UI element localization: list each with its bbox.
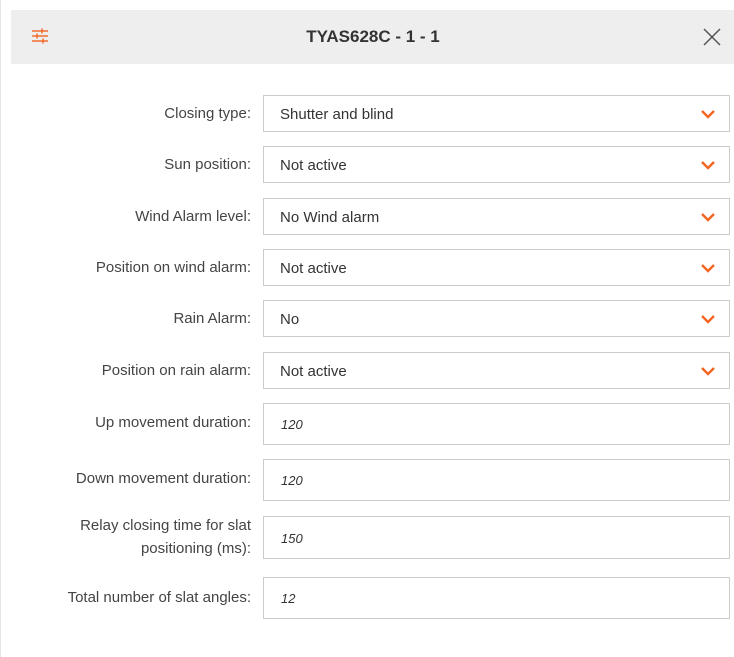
close-icon[interactable] [701,26,723,48]
dialog-header: TYAS628C - 1 - 1 [11,10,734,64]
position-on-rain-alarm-label: Position on rain alarm: [101,362,251,379]
relay-closing-time-value: 150 [281,531,303,546]
position-on-rain-alarm-value: Not active [280,363,347,380]
relay-closing-time-input[interactable]: 150 [263,516,730,559]
relay-closing-time-label-line2: positioning (ms): [140,540,251,557]
total-slat-angles-value: 12 [281,591,296,606]
chevron-down-icon [701,367,715,376]
chevron-down-icon [701,264,715,273]
closing-type-label: Closing type: [164,105,251,122]
rain-alarm-label: Rain Alarm: [173,310,251,327]
rain-alarm-select[interactable]: No [263,300,730,337]
down-movement-duration-input[interactable]: 120 [263,459,730,501]
down-movement-duration-value: 120 [281,473,303,488]
closing-type-select[interactable]: Shutter and blind [263,95,730,132]
wind-alarm-level-value: No Wind alarm [280,209,380,226]
position-on-wind-alarm-value: Not active [280,260,347,277]
sun-position-label: Sun position: [164,156,251,173]
closing-type-value: Shutter and blind [280,106,394,123]
total-slat-angles-label: Total number of slat angles: [67,589,251,606]
chevron-down-icon [701,161,715,170]
rain-alarm-value: No [280,311,300,328]
relay-closing-time-label: Relay closing time for slat positioning … [11,516,251,558]
chevron-down-icon [701,213,715,222]
up-movement-duration-input[interactable]: 120 [263,403,730,445]
position-on-wind-alarm-select[interactable]: Not active [263,249,730,286]
position-on-wind-alarm-label: Position on wind alarm: [95,259,251,276]
relay-closing-time-label-line1: Relay closing time for slat [80,517,251,534]
up-movement-duration-label: Up movement duration: [95,414,251,431]
wind-alarm-level-select[interactable]: No Wind alarm [263,198,730,235]
chevron-down-icon [701,110,715,119]
wind-alarm-level-label: Wind Alarm level: [135,208,251,225]
sun-position-value: Not active [280,157,347,174]
sun-position-select[interactable]: Not active [263,146,730,183]
chevron-down-icon [701,315,715,324]
up-movement-duration-value: 120 [281,417,303,432]
total-slat-angles-input[interactable]: 12 [263,577,730,619]
position-on-rain-alarm-select[interactable]: Not active [263,352,730,389]
settings-dialog: TYAS628C - 1 - 1 Closing type: Shutter a… [0,0,734,657]
dialog-title: TYAS628C - 1 - 1 [306,27,440,46]
sliders-icon[interactable] [29,25,51,47]
down-movement-duration-label: Down movement duration: [75,470,251,487]
